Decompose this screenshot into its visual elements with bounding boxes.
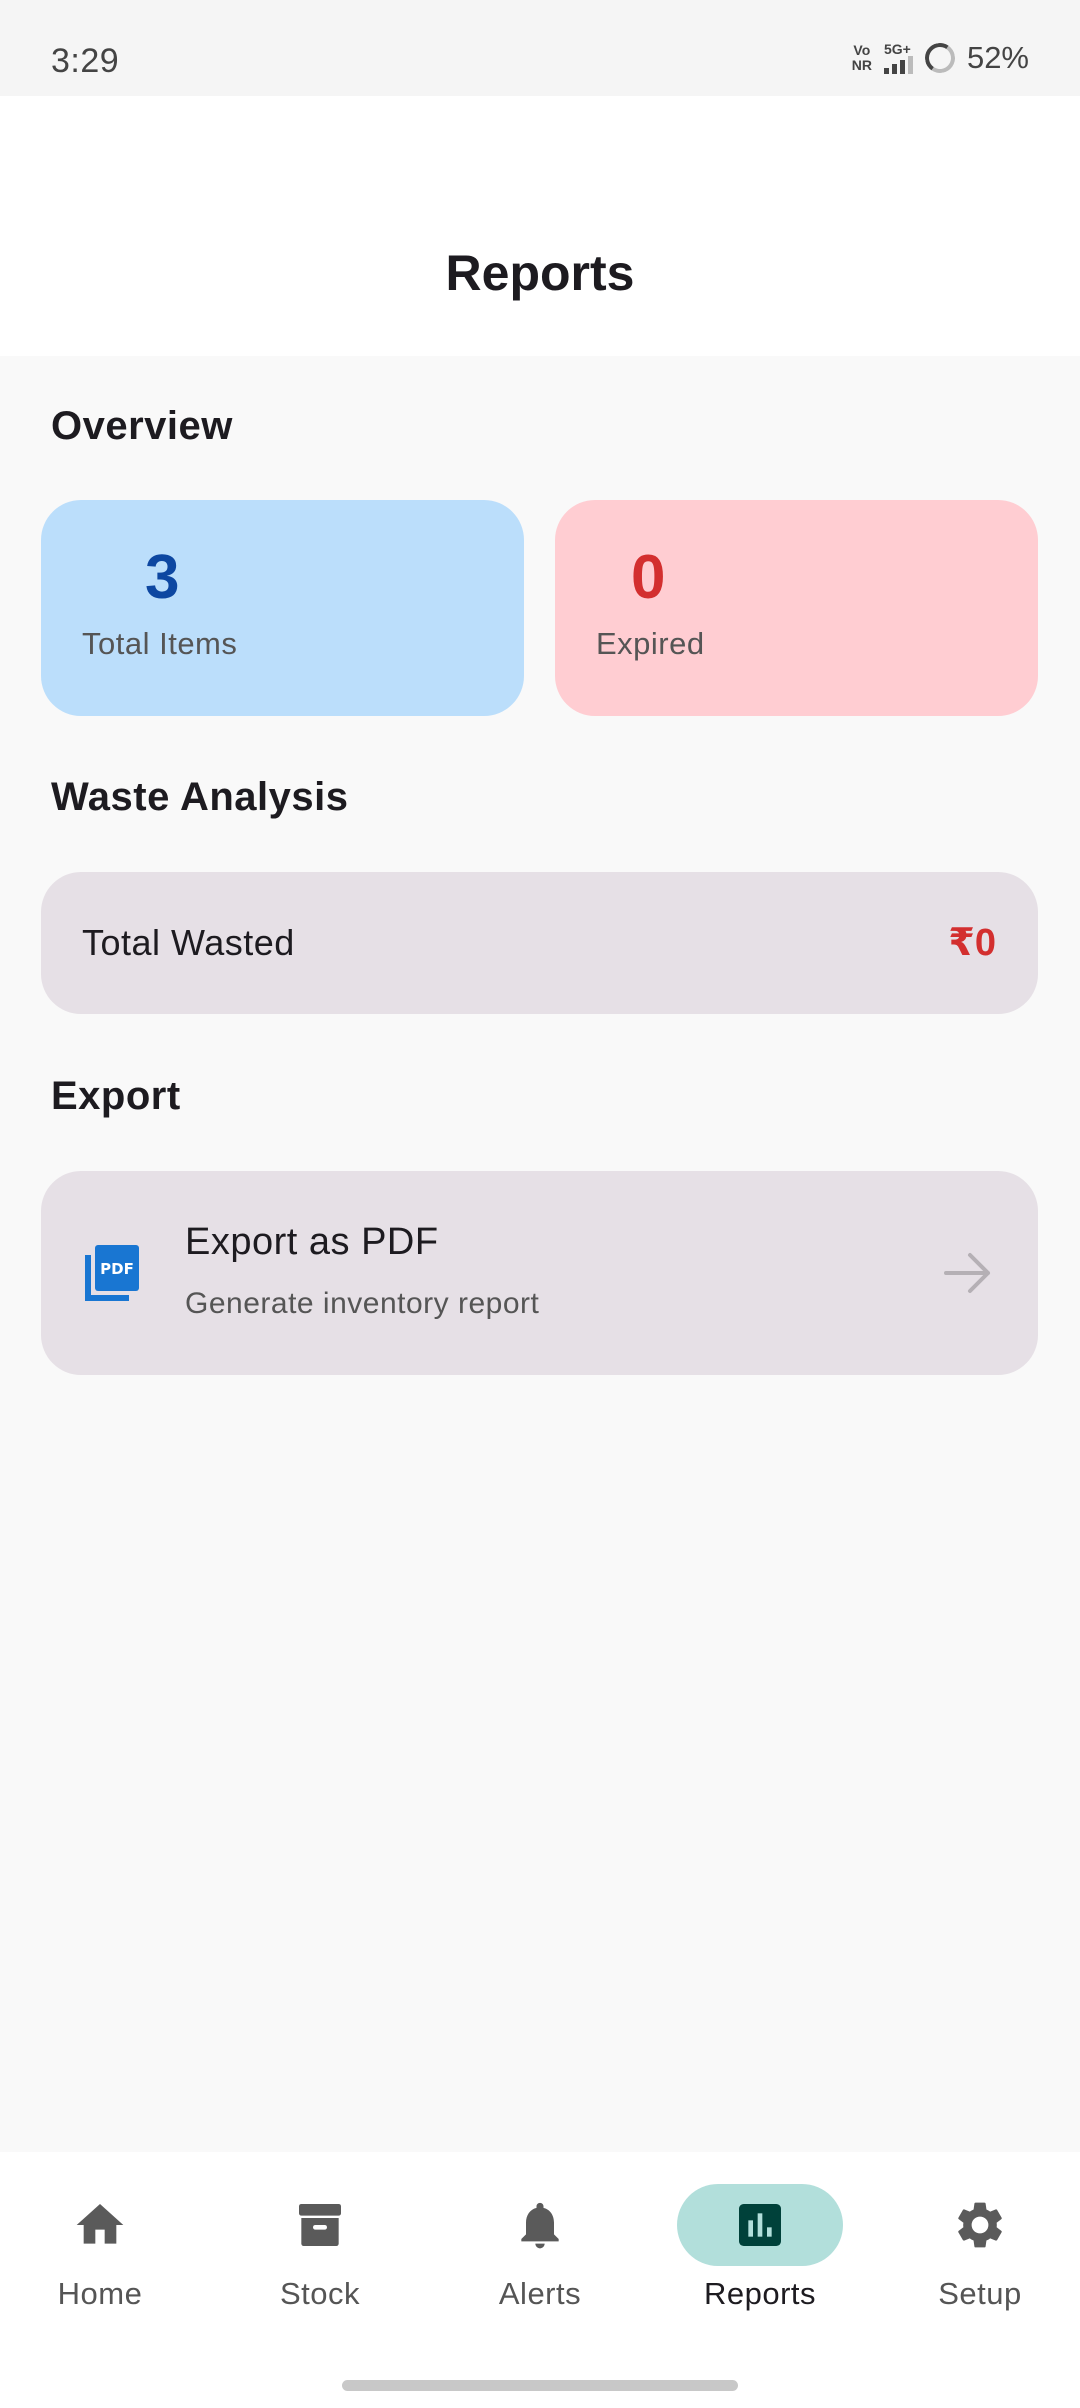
overview-heading: Overview <box>51 404 233 448</box>
home-icon <box>76 2204 124 2244</box>
export-heading: Export <box>51 1074 181 1118</box>
signal-icon: 5G+ <box>883 41 913 74</box>
expired-value: 0 <box>631 543 666 612</box>
expired-card[interactable]: 0 Expired <box>555 500 1038 716</box>
bottom-navigation: Home Stock Alerts Reports Setup <box>0 2152 1080 2408</box>
nav-item-setup[interactable]: Setup <box>870 2152 1080 2352</box>
nav-item-reports[interactable]: Reports <box>650 2152 870 2352</box>
total-items-label: Total Items <box>82 626 238 661</box>
total-wasted-label: Total Wasted <box>82 922 295 963</box>
arrow-right-icon <box>944 1253 990 1293</box>
waste-heading: Waste Analysis <box>51 775 349 819</box>
export-title: Export as PDF <box>185 1221 439 1263</box>
bar-chart-icon <box>739 2204 781 2246</box>
bell-icon <box>521 2202 559 2249</box>
app-bar: Reports <box>0 96 1080 356</box>
expired-label: Expired <box>596 626 705 661</box>
gear-icon <box>958 2202 1002 2248</box>
network-type: 5G+ <box>883 41 911 57</box>
total-items-value: 3 <box>145 543 180 612</box>
nav-item-alerts[interactable]: Alerts <box>430 2152 650 2352</box>
nav-label-home: Home <box>57 2276 143 2311</box>
nav-label-setup: Setup <box>938 2276 1022 2311</box>
nav-label-stock: Stock <box>279 2276 361 2311</box>
total-items-card[interactable]: 3 Total Items <box>41 500 524 716</box>
battery-icon <box>922 40 958 76</box>
nav-label-reports: Reports <box>703 2276 817 2311</box>
page-title: Reports <box>445 245 635 301</box>
nav-active-indicator <box>677 2184 843 2266</box>
pdf-icon: PDF <box>85 1245 139 1301</box>
export-pdf-button[interactable]: PDF Export as PDF Generate inventory rep… <box>41 1171 1038 1375</box>
nav-label-alerts: Alerts <box>498 2276 582 2311</box>
archive-icon <box>299 2204 341 2246</box>
home-indicator[interactable] <box>342 2380 738 2391</box>
status-time: 3:29 <box>51 42 120 80</box>
export-subtitle: Generate inventory report <box>185 1287 540 1320</box>
volte-bottom: NR <box>851 57 872 73</box>
battery-percent: 52% <box>966 40 1029 75</box>
total-wasted-card[interactable]: Total Wasted ₹0 <box>41 872 1038 1014</box>
total-wasted-value: ₹0 <box>948 922 996 964</box>
status-bar: 3:29 Vo NR 5G+ 52% <box>0 0 1080 96</box>
nav-item-stock[interactable]: Stock <box>210 2152 430 2352</box>
volte-top: Vo <box>853 42 871 58</box>
volte-indicator: Vo NR <box>852 43 872 73</box>
nav-item-home[interactable]: Home <box>0 2152 210 2352</box>
pdf-badge: PDF <box>100 1260 134 1278</box>
status-icons: Vo NR 5G+ 52% <box>852 40 1029 76</box>
